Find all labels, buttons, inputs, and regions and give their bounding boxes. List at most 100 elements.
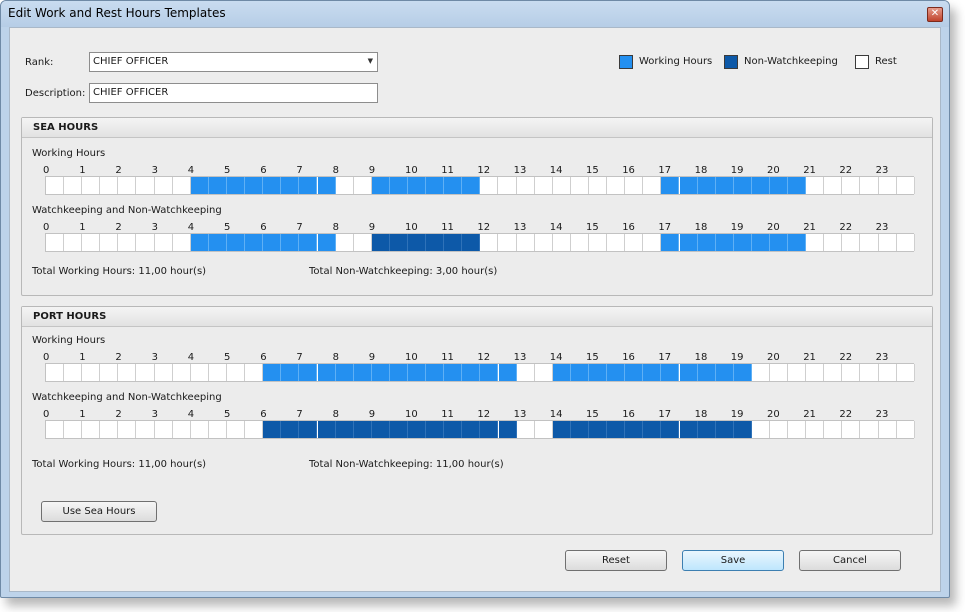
half-hour-slot[interactable]: [46, 234, 65, 251]
half-hour-slot[interactable]: [661, 234, 680, 251]
half-hour-slot[interactable]: [607, 234, 626, 251]
half-hour-slot[interactable]: [172, 234, 191, 251]
half-hour-slot[interactable]: [462, 234, 481, 251]
half-hour-slot[interactable]: [426, 364, 445, 381]
half-hour-slot[interactable]: [516, 364, 535, 381]
half-hour-slot[interactable]: [607, 364, 626, 381]
half-hour-slot[interactable]: [245, 234, 264, 251]
half-hour-slot[interactable]: [353, 177, 372, 194]
half-hour-slot[interactable]: [806, 177, 825, 194]
half-hour-slot[interactable]: [208, 177, 227, 194]
half-hour-slot[interactable]: [100, 421, 119, 438]
half-hour-slot[interactable]: [408, 364, 427, 381]
half-hour-slot[interactable]: [444, 421, 463, 438]
half-hour-slot[interactable]: [770, 177, 789, 194]
half-hour-slot[interactable]: [371, 234, 390, 251]
half-hour-slot[interactable]: [263, 234, 282, 251]
half-hour-slot[interactable]: [715, 364, 734, 381]
half-hour-slot[interactable]: [100, 177, 119, 194]
rank-select[interactable]: CHIEF OFFICER ▼: [89, 52, 378, 72]
half-hour-slot[interactable]: [498, 234, 517, 251]
half-hour-slot[interactable]: [317, 177, 336, 194]
half-hour-slot[interactable]: [643, 421, 662, 438]
half-hour-slot[interactable]: [770, 234, 789, 251]
half-hour-slot[interactable]: [643, 234, 662, 251]
half-hour-slot[interactable]: [136, 234, 155, 251]
half-hour-slot[interactable]: [426, 234, 445, 251]
half-hour-slot[interactable]: [534, 177, 553, 194]
half-hour-slot[interactable]: [860, 421, 879, 438]
half-hour-slot[interactable]: [281, 234, 300, 251]
half-hour-slot[interactable]: [154, 234, 173, 251]
half-hour-slot[interactable]: [480, 177, 499, 194]
half-hour-slot[interactable]: [462, 177, 481, 194]
half-hour-slot[interactable]: [46, 421, 65, 438]
half-hour-slot[interactable]: [408, 421, 427, 438]
half-hour-slot[interactable]: [878, 177, 897, 194]
half-hour-slot[interactable]: [679, 364, 698, 381]
half-hour-slot[interactable]: [534, 234, 553, 251]
half-hour-slot[interactable]: [480, 421, 499, 438]
half-hour-slot[interactable]: [661, 364, 680, 381]
half-hour-slot[interactable]: [733, 234, 752, 251]
half-hour-slot[interactable]: [208, 421, 227, 438]
half-hour-slot[interactable]: [335, 421, 354, 438]
half-hour-slot[interactable]: [408, 234, 427, 251]
half-hour-slot[interactable]: [733, 177, 752, 194]
half-hour-slot[interactable]: [426, 421, 445, 438]
half-hour-slot[interactable]: [625, 234, 644, 251]
half-hour-slot[interactable]: [589, 177, 608, 194]
close-button[interactable]: ✕: [927, 7, 943, 22]
half-hour-slot[interactable]: [82, 364, 101, 381]
half-hour-slot[interactable]: [100, 234, 119, 251]
half-hour-slot[interactable]: [118, 177, 137, 194]
half-hour-slot[interactable]: [389, 234, 408, 251]
half-hour-slot[interactable]: [842, 177, 861, 194]
half-hour-slot[interactable]: [263, 177, 282, 194]
sea-watch-timeline[interactable]: [45, 233, 915, 252]
half-hour-slot[interactable]: [878, 364, 897, 381]
half-hour-slot[interactable]: [227, 364, 246, 381]
half-hour-slot[interactable]: [136, 421, 155, 438]
half-hour-slot[interactable]: [570, 421, 589, 438]
half-hour-slot[interactable]: [480, 364, 499, 381]
half-hour-slot[interactable]: [679, 177, 698, 194]
half-hour-slot[interactable]: [625, 421, 644, 438]
half-hour-slot[interactable]: [516, 234, 535, 251]
half-hour-slot[interactable]: [371, 421, 390, 438]
half-hour-slot[interactable]: [208, 364, 227, 381]
half-hour-slot[interactable]: [607, 421, 626, 438]
half-hour-slot[interactable]: [552, 177, 571, 194]
half-hour-slot[interactable]: [281, 364, 300, 381]
half-hour-slot[interactable]: [245, 364, 264, 381]
half-hour-slot[interactable]: [335, 234, 354, 251]
half-hour-slot[interactable]: [552, 421, 571, 438]
half-hour-slot[interactable]: [389, 421, 408, 438]
half-hour-slot[interactable]: [64, 421, 83, 438]
half-hour-slot[interactable]: [118, 364, 137, 381]
half-hour-slot[interactable]: [154, 177, 173, 194]
half-hour-slot[interactable]: [317, 421, 336, 438]
half-hour-slot[interactable]: [751, 421, 770, 438]
half-hour-slot[interactable]: [389, 177, 408, 194]
half-hour-slot[interactable]: [317, 234, 336, 251]
half-hour-slot[interactable]: [806, 234, 825, 251]
half-hour-slot[interactable]: [788, 177, 807, 194]
half-hour-slot[interactable]: [788, 234, 807, 251]
half-hour-slot[interactable]: [733, 364, 752, 381]
half-hour-slot[interactable]: [64, 177, 83, 194]
half-hour-slot[interactable]: [570, 177, 589, 194]
half-hour-slot[interactable]: [353, 234, 372, 251]
half-hour-slot[interactable]: [824, 177, 843, 194]
half-hour-slot[interactable]: [806, 364, 825, 381]
half-hour-slot[interactable]: [82, 234, 101, 251]
port-watch-timeline[interactable]: [45, 420, 915, 439]
half-hour-slot[interactable]: [824, 364, 843, 381]
half-hour-slot[interactable]: [389, 364, 408, 381]
half-hour-slot[interactable]: [172, 364, 191, 381]
half-hour-slot[interactable]: [589, 234, 608, 251]
half-hour-slot[interactable]: [697, 234, 716, 251]
half-hour-slot[interactable]: [172, 421, 191, 438]
half-hour-slot[interactable]: [824, 421, 843, 438]
half-hour-slot[interactable]: [589, 421, 608, 438]
